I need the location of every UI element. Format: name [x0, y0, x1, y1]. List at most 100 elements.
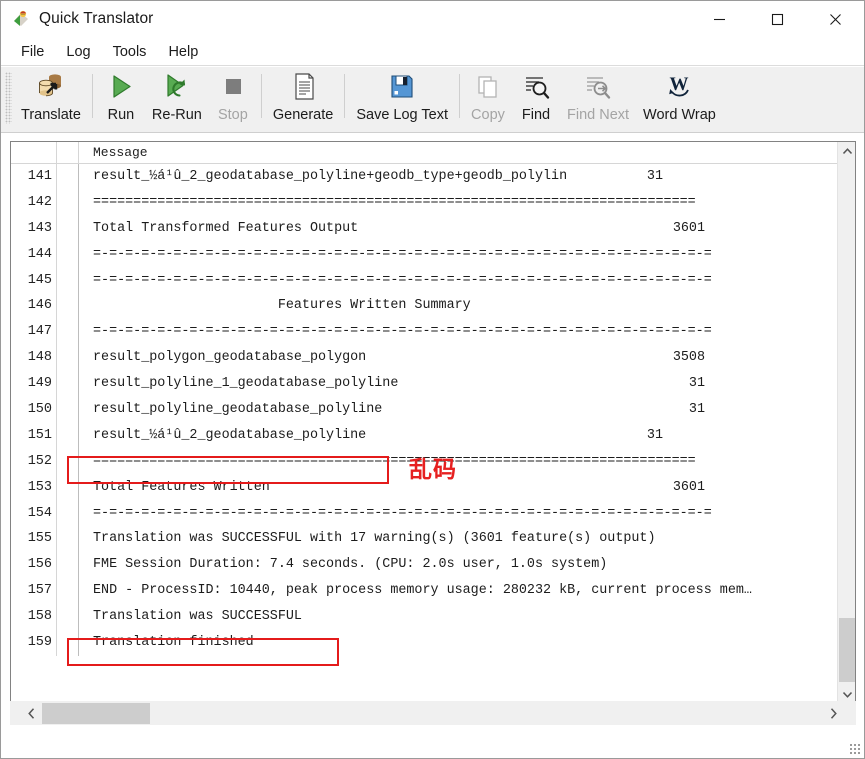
table-row[interactable]: 143 Total Transformed Features Output 3601: [11, 215, 838, 242]
row-status-cell: [57, 189, 79, 216]
stop-label: Stop: [217, 107, 248, 123]
toolbar-separator: [260, 74, 262, 118]
table-row[interactable]: 159 Translation finished: [11, 630, 838, 656]
table-row[interactable]: 142 =====================================…: [11, 189, 838, 216]
row-message: Translation was SUCCESSFUL with 17 warni…: [93, 531, 656, 547]
translator-app-icon: [11, 9, 31, 29]
row-feature-count: 3601: [672, 220, 705, 236]
row-feature-count: 31: [688, 402, 705, 418]
scroll-right-arrow-icon[interactable]: [822, 701, 844, 725]
menu-item-file[interactable]: File: [10, 42, 55, 62]
header-line-number[interactable]: [11, 142, 57, 163]
table-row[interactable]: 156 FME Session Duration: 7.4 seconds. (C…: [11, 552, 838, 579]
horizontal-scrollbar[interactable]: [10, 701, 856, 725]
run-button[interactable]: Run: [97, 67, 145, 127]
row-message: =-=-=-=-=-=-=-=-=-=-=-=-=-=-=-=-=-=-=-=-…: [93, 324, 712, 340]
word-wrap-w-icon: W: [662, 71, 696, 103]
table-row[interactable]: 141 result_½á¹û_2_geodatabase_polyline+ge…: [11, 164, 838, 190]
toolbar-separator: [458, 74, 460, 118]
row-message: Translation finished: [93, 635, 254, 651]
log-grid: Message 141 result_½á¹û_2_geodatabase_pol…: [10, 141, 856, 704]
table-row[interactable]: 150 result_polyline_geodatabase_polyline 3…: [11, 397, 838, 423]
row-line-number: 145: [11, 267, 57, 294]
table-row[interactable]: 157 END - ProcessID: 10440, peak process …: [11, 578, 838, 605]
row-line-number: 151: [11, 422, 57, 449]
row-line-number: 143: [11, 215, 57, 242]
row-line-number: 141: [11, 164, 57, 190]
copy-button[interactable]: Copy: [464, 67, 512, 127]
row-line-number: 144: [11, 241, 57, 268]
table-row[interactable]: 145 =-=-=-=-=-=-=-=-=-=-=-=-=-=-=-=-=-=-=…: [11, 267, 838, 294]
row-message: result_½á¹û_2_geodatabase_polyline+geodb…: [93, 169, 568, 184]
table-row[interactable]: 147 =-=-=-=-=-=-=-=-=-=-=-=-=-=-=-=-=-=-=…: [11, 319, 838, 346]
row-message: FME Session Duration: 7.4 seconds. (CPU:…: [93, 557, 608, 573]
find-next-button[interactable]: Find Next: [560, 67, 636, 127]
run-label: Run: [107, 107, 135, 123]
row-message: ========================================…: [93, 194, 696, 210]
row-line-number: 147: [11, 319, 57, 346]
row-line-number: 148: [11, 345, 57, 372]
window-resize-grip[interactable]: [849, 743, 861, 755]
horizontal-scrollbar-thumb[interactable]: [42, 703, 150, 724]
minimize-button[interactable]: [690, 1, 748, 37]
table-row[interactable]: 151 result_½á¹û_2_geodatabase_polyline 31: [11, 422, 838, 449]
row-status-cell: [57, 500, 79, 527]
scroll-up-arrow-icon[interactable]: [838, 142, 855, 160]
toolbar: Translate Run Re-Run Stop Generate Save …: [1, 67, 864, 133]
table-row[interactable]: 154 =-=-=-=-=-=-=-=-=-=-=-=-=-=-=-=-=-=-=…: [11, 500, 838, 527]
find-button[interactable]: Find: [512, 67, 560, 127]
row-message: =-=-=-=-=-=-=-=-=-=-=-=-=-=-=-=-=-=-=-=-…: [93, 246, 712, 262]
menu-bar: File Log Tools Help: [1, 39, 864, 66]
table-row[interactable]: 149 result_polyline_1_geodatabase_polylin…: [11, 371, 838, 398]
save-log-text-button[interactable]: Save Log Text: [349, 67, 455, 127]
row-status-cell: [57, 397, 79, 423]
generate-button[interactable]: Generate: [266, 67, 340, 127]
word-wrap-label: Word Wrap: [643, 107, 716, 123]
play-refresh-icon: [160, 71, 194, 103]
row-message: Total Transformed Features Output: [93, 220, 359, 236]
vertical-scrollbar[interactable]: [837, 142, 855, 703]
row-message: END - ProcessID: 10440, peak process mem…: [93, 583, 752, 599]
row-line-number: 152: [11, 448, 57, 475]
re-run-button[interactable]: Re-Run: [145, 67, 209, 127]
word-wrap-button[interactable]: W Word Wrap: [636, 67, 723, 127]
vertical-scrollbar-thumb[interactable]: [839, 618, 855, 682]
row-status-cell: [57, 448, 79, 475]
header-status[interactable]: [57, 142, 79, 163]
row-message: result_polyline_1_geodatabase_polyline: [93, 376, 399, 392]
menu-item-log[interactable]: Log: [55, 42, 101, 62]
quick-translator-window: Quick Translator File Log Tools Help Tra…: [0, 0, 865, 759]
play-triangle-icon: [104, 71, 138, 103]
table-row[interactable]: 158 Translation was SUCCESSFUL: [11, 604, 838, 631]
row-message: Total Features Written: [93, 479, 270, 495]
maximize-button[interactable]: [748, 1, 806, 37]
row-status-cell: [57, 371, 79, 398]
window-controls: [690, 1, 864, 37]
save-log-text-label: Save Log Text: [356, 107, 448, 123]
translate-button[interactable]: Translate: [14, 67, 88, 127]
row-status-cell: [57, 526, 79, 553]
row-line-number: 158: [11, 604, 57, 631]
stop-square-icon: [216, 71, 250, 103]
row-status-cell: [57, 604, 79, 631]
header-message[interactable]: Message: [79, 142, 838, 163]
menu-item-help[interactable]: Help: [157, 42, 209, 62]
row-message: result_polygon_geodatabase_polygon: [93, 350, 367, 366]
toolbar-grip[interactable]: [5, 72, 12, 124]
table-row[interactable]: 155 Translation was SUCCESSFUL with 17 wa…: [11, 526, 838, 553]
row-line-number: 150: [11, 397, 57, 423]
toolbar-separator: [91, 74, 93, 118]
stop-button[interactable]: Stop: [209, 67, 257, 127]
magnifier-next-icon: [581, 71, 615, 103]
scroll-left-arrow-icon[interactable]: [20, 701, 42, 725]
table-row[interactable]: 144 =-=-=-=-=-=-=-=-=-=-=-=-=-=-=-=-=-=-=…: [11, 241, 838, 268]
copy-pages-icon: [471, 71, 505, 103]
menu-item-tools[interactable]: Tools: [102, 42, 158, 62]
close-button[interactable]: [806, 1, 864, 37]
log-rows[interactable]: 141 result_½á¹û_2_geodatabase_polyline+ge…: [11, 164, 838, 703]
row-line-number: 154: [11, 500, 57, 527]
table-row[interactable]: 146 Features Written Summary: [11, 293, 838, 320]
row-status-cell: [57, 293, 79, 320]
row-message: result_½á¹û_2_geodatabase_polyline: [93, 427, 367, 443]
table-row[interactable]: 148 result_polygon_geodatabase_polygon 350…: [11, 345, 838, 372]
